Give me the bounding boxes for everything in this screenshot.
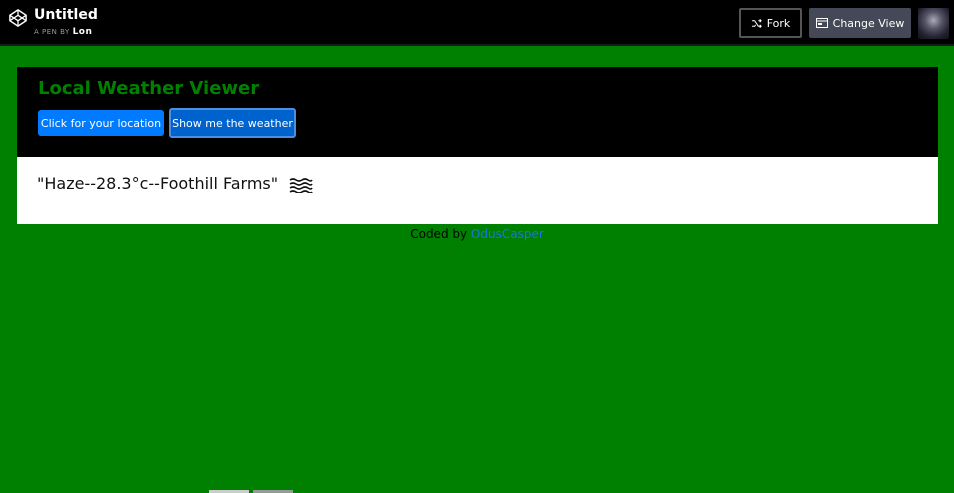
footer-credit: Coded by OdusCasper	[0, 227, 954, 241]
change-view-button[interactable]: Change View	[809, 8, 911, 38]
app-title: Local Weather Viewer	[38, 78, 260, 99]
byline-prefix: A PEN BY	[34, 28, 70, 36]
location-button[interactable]: Click for your location	[38, 110, 164, 136]
footer-prefix: Coded by	[410, 227, 468, 241]
fork-button[interactable]: Fork	[739, 8, 802, 38]
pen-title[interactable]: Untitled	[34, 7, 98, 23]
fork-label: Fork	[766, 16, 791, 30]
haze-icon	[289, 177, 313, 193]
weather-result: "Haze--28.3°c--Foothill Farms"	[37, 174, 313, 193]
author-credit-link[interactable]: OdusCasper	[471, 227, 544, 241]
codepen-header: Untitled A PEN BY Lon Fork Change View	[0, 0, 954, 46]
card-body: "Haze--28.3°c--Foothill Farms"	[17, 157, 938, 224]
change-view-label: Change View	[832, 16, 905, 30]
codepen-logo-icon[interactable]	[9, 9, 27, 27]
user-avatar[interactable]	[918, 8, 949, 39]
author-link[interactable]: Lon	[73, 27, 93, 37]
weather-card: Local Weather Viewer Click for your loca…	[17, 67, 938, 224]
weather-result-text: "Haze--28.3°c--Foothill Farms"	[37, 174, 279, 193]
layout-icon	[815, 18, 828, 28]
card-header: Local Weather Viewer Click for your loca…	[17, 67, 938, 157]
fork-icon	[751, 18, 762, 28]
show-weather-button[interactable]: Show me the weather	[169, 108, 296, 138]
pen-byline: A PEN BY Lon	[34, 27, 92, 37]
